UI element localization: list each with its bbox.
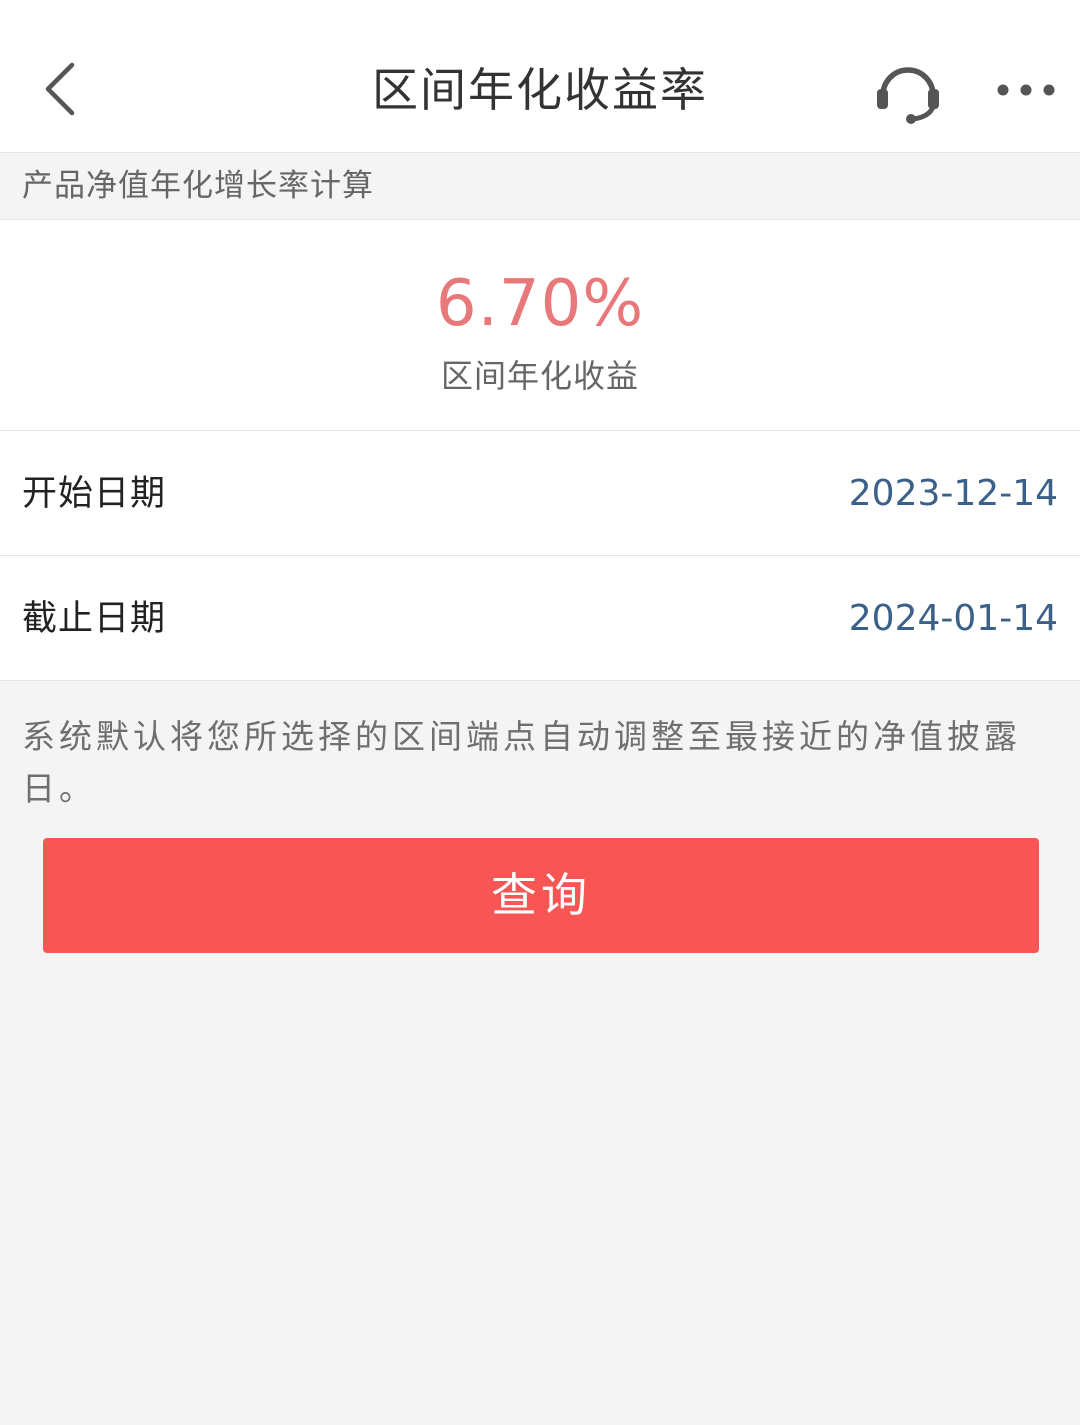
start-date-value[interactable]: 2023-12-14: [849, 471, 1058, 517]
end-date-row[interactable]: 截止日期 2024-01-14: [0, 556, 1080, 681]
status-bar: [0, 0, 1080, 28]
query-button[interactable]: 查询: [43, 838, 1039, 953]
annualized-return-value: 6.70%: [435, 267, 645, 341]
end-date-value[interactable]: 2024-01-14: [849, 596, 1058, 642]
start-date-row[interactable]: 开始日期 2023-12-14: [0, 431, 1080, 556]
more-horizontal-icon: [997, 84, 1055, 96]
result-panel: 6.70%: [0, 220, 1080, 431]
customer-service-button[interactable]: [868, 54, 948, 128]
headset-icon: [877, 67, 939, 124]
navigation-bar: 区间年化收益率: [0, 28, 1080, 153]
end-date-label: 截止日期: [22, 599, 167, 639]
more-options-button[interactable]: [988, 68, 1064, 112]
annualized-return-label: 区间年化收益: [440, 357, 639, 395]
start-date-label: 开始日期: [22, 474, 167, 514]
section-header: 产品净值年化增长率计算: [0, 153, 1080, 220]
notice-text: 系统默认将您所选择的区间端点自动调整至最接近的净值披露日。: [22, 717, 1021, 808]
